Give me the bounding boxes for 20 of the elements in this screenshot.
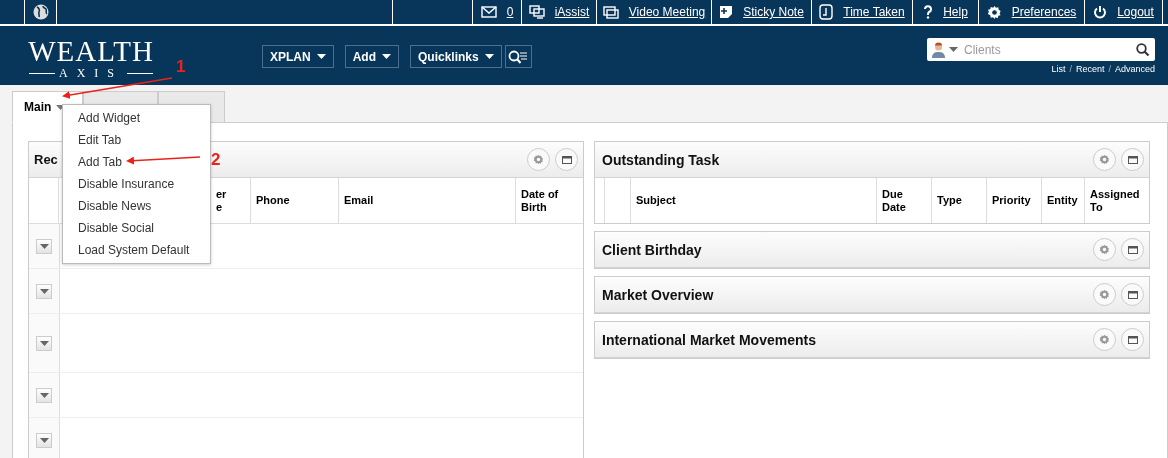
column-header: Email xyxy=(339,178,516,223)
link-separator: / xyxy=(1108,64,1111,74)
widget-title: Outstanding Task xyxy=(602,151,720,168)
column-header: Subject xyxy=(631,178,877,223)
column-header: Date of Birth xyxy=(520,186,560,215)
widget-title: Client Birthday xyxy=(602,241,702,258)
annotation-number: 1 xyxy=(176,57,186,77)
annotation-number: 2 xyxy=(211,150,221,170)
widget-title: International Market Movements xyxy=(602,331,816,348)
column-header: Phone xyxy=(251,178,339,223)
widget-title: Market Overview xyxy=(602,286,714,303)
column-header: Assigned To xyxy=(1089,186,1141,215)
link-separator: / xyxy=(1069,64,1072,74)
column-header: Priority xyxy=(987,178,1042,223)
column-header: Due Date xyxy=(877,178,932,223)
widget-title: Rec xyxy=(34,152,58,167)
logo-subtext: AXIS xyxy=(59,66,123,81)
column-header: Type xyxy=(932,178,987,223)
logo-text: WEALTH xyxy=(28,36,154,66)
column-header: Entity xyxy=(1042,178,1085,223)
